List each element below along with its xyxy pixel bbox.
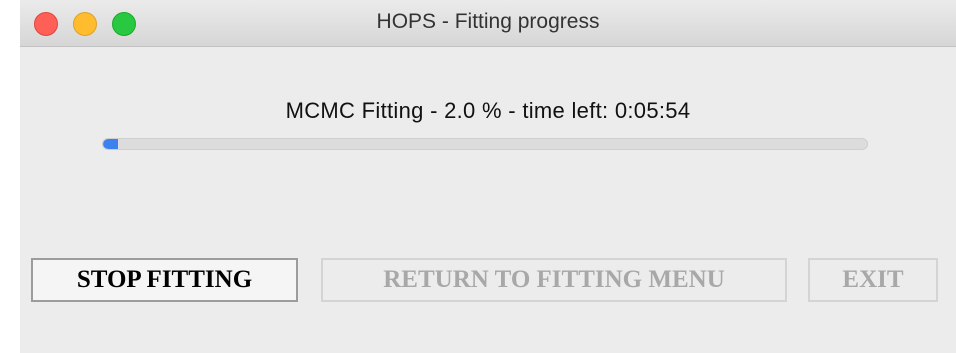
exit-button[interactable]: EXIT bbox=[808, 258, 938, 302]
title-bar: HOPS - Fitting progress bbox=[20, 0, 956, 47]
return-to-fitting-menu-button[interactable]: RETURN TO FITTING MENU bbox=[321, 258, 787, 302]
fitting-progress-window: HOPS - Fitting progress MCMC Fitting - 2… bbox=[20, 0, 956, 353]
fitting-progress-bar bbox=[102, 138, 868, 150]
window-title: HOPS - Fitting progress bbox=[376, 10, 600, 33]
progress-bar-fill bbox=[103, 139, 119, 149]
stop-fitting-button[interactable]: STOP FITTING bbox=[31, 258, 298, 302]
fitting-status-text: MCMC Fitting - 2.0 % - time left: 0:05:5… bbox=[285, 98, 691, 123]
